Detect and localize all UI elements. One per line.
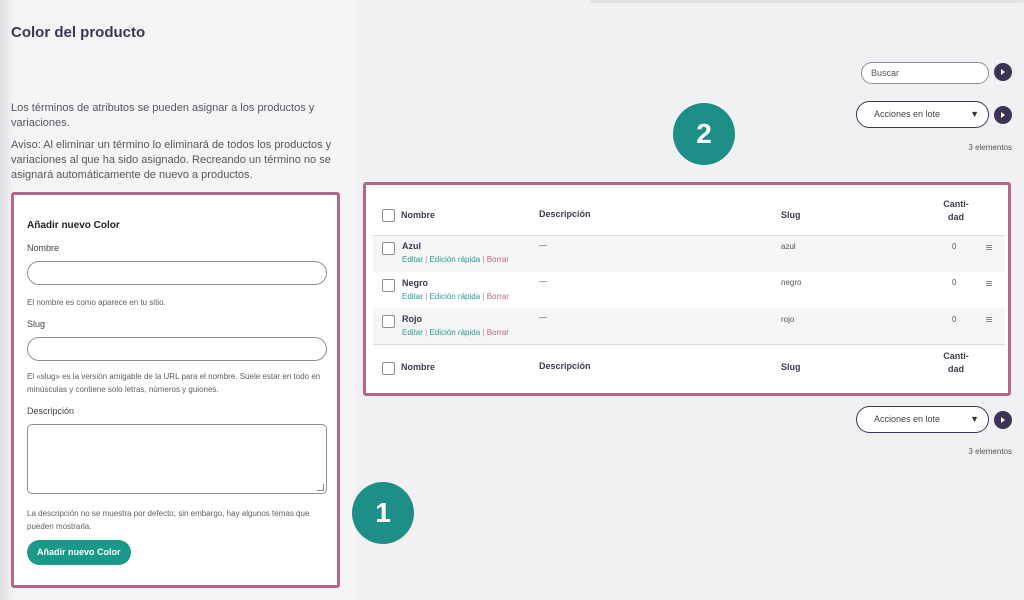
row-checkbox[interactable]: [382, 315, 395, 328]
form-heading: Añadir nuevo Color: [27, 220, 120, 231]
row-actions: Editar | Edición rápida | Borrar: [402, 292, 509, 301]
edit-link[interactable]: Editar: [402, 292, 423, 301]
chevron-down-icon: ▼: [970, 414, 979, 424]
term-count: 0: [952, 242, 957, 251]
quick-edit-link[interactable]: Edición rápida: [429, 292, 480, 301]
column-footer-slug[interactable]: Slug: [781, 362, 801, 372]
bulk-actions-select-bottom[interactable]: Acciones en lote ▼: [856, 406, 989, 433]
slug-help: El «slug» es la versión amigable de la U…: [27, 372, 321, 394]
term-name[interactable]: Rojo: [402, 314, 422, 324]
column-footer-count[interactable]: Canti- dad: [936, 350, 976, 376]
description-textarea[interactable]: [27, 424, 327, 494]
column-header-count[interactable]: Canti- dad: [936, 198, 976, 224]
term-count: 0: [952, 278, 957, 287]
action-separator: |: [425, 328, 428, 337]
badge-1: 1: [352, 482, 414, 544]
name-input[interactable]: [27, 261, 327, 285]
term-description: —: [539, 241, 547, 250]
delete-link[interactable]: Borrar: [487, 328, 509, 337]
bulk-actions-label: Acciones en lote: [874, 414, 941, 424]
term-name[interactable]: Negro: [402, 278, 428, 288]
action-separator: |: [482, 255, 485, 264]
slug-input[interactable]: [27, 337, 327, 361]
bulk-actions-label: Acciones en lote: [874, 109, 941, 119]
notice-text: Aviso: Al eliminar un término lo elimina…: [11, 139, 332, 181]
count-header-line2: dad: [947, 212, 964, 222]
slug-label: Slug: [27, 319, 46, 329]
term-count: 0: [952, 315, 957, 324]
term-description: —: [539, 313, 547, 322]
delete-link[interactable]: Borrar: [487, 292, 509, 301]
table-row: [373, 236, 1005, 272]
column-header-name[interactable]: Nombre: [401, 210, 435, 220]
description-help: La descripción no se muestra por defecto…: [27, 509, 310, 531]
column-footer-description: Descripción: [539, 361, 591, 371]
edit-link[interactable]: Editar: [402, 328, 423, 337]
bulk-actions-select-top[interactable]: Acciones en lote ▼: [856, 101, 989, 128]
footer-divider: [373, 344, 1005, 345]
bulk-apply-button-top[interactable]: [994, 106, 1012, 124]
action-separator: |: [425, 255, 428, 264]
term-name[interactable]: Azul: [402, 241, 421, 251]
count-header-line1: Canti-: [943, 199, 969, 209]
bulk-apply-button-bottom[interactable]: [994, 411, 1012, 429]
edit-link[interactable]: Editar: [402, 255, 423, 264]
search-input[interactable]: Buscar: [861, 62, 989, 84]
chevron-down-icon: ▼: [970, 109, 979, 119]
column-header-description: Descripción: [539, 209, 591, 219]
term-slug: azul: [781, 242, 796, 251]
drag-handle-icon[interactable]: [986, 281, 992, 286]
search-submit-button[interactable]: [994, 63, 1012, 81]
top-bar-shadow: [590, 0, 1024, 3]
count-footer-line1: Canti-: [943, 351, 969, 361]
select-all-checkbox[interactable]: [382, 209, 395, 222]
drag-handle-icon[interactable]: [986, 317, 992, 322]
count-footer-line2: dad: [947, 364, 964, 374]
name-label: Nombre: [27, 243, 60, 253]
delete-link[interactable]: Borrar: [487, 255, 509, 264]
row-actions: Editar | Edición rápida | Borrar: [402, 328, 509, 337]
add-new-color-button[interactable]: Añadir nuevo Color: [27, 540, 131, 565]
terms-table: Nombre Descripción Slug Canti- dad Azul …: [363, 182, 1011, 396]
row-checkbox[interactable]: [382, 279, 395, 292]
action-separator: |: [482, 328, 485, 337]
intro-text: Los términos de atributos se pueden asig…: [11, 102, 315, 129]
item-count-bottom: 3 elementos: [968, 447, 1012, 456]
name-help: El nombre es como aparece en tu sitio.: [27, 298, 166, 307]
badge-2: 2: [673, 103, 735, 165]
drag-handle-icon[interactable]: [986, 245, 992, 250]
select-all-checkbox-footer[interactable]: [382, 362, 395, 375]
table-row: [373, 308, 1005, 344]
description-label: Descripción: [27, 406, 75, 416]
action-separator: |: [425, 292, 428, 301]
page-title: Color del producto: [11, 24, 146, 41]
row-checkbox[interactable]: [382, 242, 395, 255]
item-count-top: 3 elementos: [968, 143, 1012, 152]
quick-edit-link[interactable]: Edición rápida: [429, 255, 480, 264]
column-header-slug[interactable]: Slug: [781, 210, 801, 220]
table-row: [373, 272, 1005, 308]
add-term-form: Añadir nuevo Color Nombre El nombre es c…: [11, 192, 340, 588]
term-description: —: [539, 277, 547, 286]
term-slug: negro: [781, 278, 802, 287]
action-separator: |: [482, 292, 485, 301]
term-slug: rojo: [781, 315, 795, 324]
row-actions: Editar | Edición rápida | Borrar: [402, 255, 509, 264]
quick-edit-link[interactable]: Edición rápida: [429, 328, 480, 337]
column-footer-name[interactable]: Nombre: [401, 362, 435, 372]
